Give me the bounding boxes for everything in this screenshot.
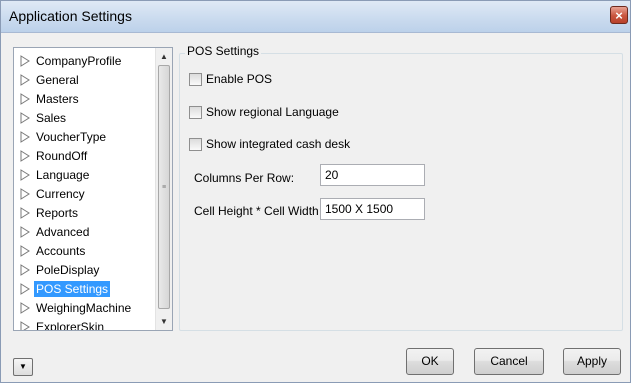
tree-item-label: PoleDisplay (36, 262, 100, 277)
tree-item-currency[interactable]: Currency (20, 184, 87, 203)
settings-tree[interactable]: CompanyProfile General Masters Sales Vou… (13, 47, 173, 331)
scroll-down-icon[interactable]: ▼ (156, 313, 172, 330)
triangle-right-outline-icon (20, 92, 30, 105)
tree-item-label: Sales (36, 110, 67, 125)
tree-item-label: CompanyProfile (36, 53, 122, 68)
tree-item-label: Masters (36, 91, 79, 106)
triangle-right-outline-icon (20, 54, 30, 67)
options-dropdown-button[interactable]: ▼ (13, 358, 33, 376)
tree-scrollbar[interactable]: ▲ ≡ ▼ (155, 48, 172, 330)
chevron-down-icon: ▼ (19, 362, 27, 371)
tree-item-advanced[interactable]: Advanced (20, 222, 91, 241)
tree-item-reports[interactable]: Reports (20, 203, 80, 222)
grip-icon: ≡ (162, 184, 167, 191)
triangle-right-outline-icon (20, 244, 30, 257)
tree-item-label: VoucherType (36, 129, 107, 144)
checkbox-label: Show regional Language (206, 105, 339, 119)
cell-size-input[interactable]: 1500 X 1500 (320, 198, 425, 220)
checkbox-box[interactable] (189, 105, 202, 119)
tree-item-poledisplay[interactable]: PoleDisplay (20, 260, 101, 279)
enable-pos-checkbox[interactable]: Enable POS (189, 72, 272, 86)
columns-per-row-input[interactable]: 20 (320, 164, 425, 186)
tree-item-roundoff[interactable]: RoundOff (20, 146, 89, 165)
cancel-button[interactable]: Cancel (474, 348, 544, 375)
tree-item-explorerskin[interactable]: ExplorerSkin (20, 317, 106, 331)
close-button[interactable]: × (610, 6, 628, 24)
checkbox-box[interactable] (189, 72, 202, 86)
triangle-right-outline-icon (20, 168, 30, 181)
tree-item-accounts[interactable]: Accounts (20, 241, 87, 260)
checkbox-label: Show integrated cash desk (206, 137, 351, 151)
tree-item-label: POS Settings (34, 280, 111, 297)
settings-window: Application Settings × CompanyProfile Ge… (0, 0, 631, 383)
tree-item-vouchertype[interactable]: VoucherType (20, 127, 108, 146)
show-regional-language-checkbox[interactable]: Show regional Language (189, 105, 339, 119)
ok-button[interactable]: OK (406, 348, 454, 375)
triangle-right-outline-icon (20, 149, 30, 162)
cell-size-label: Cell Height * Cell Width (194, 204, 319, 218)
triangle-right-outline-icon (20, 225, 30, 238)
scroll-up-icon[interactable]: ▲ (156, 48, 172, 65)
tree-item-sales[interactable]: Sales (20, 108, 68, 127)
tree-item-label: ExplorerSkin (36, 319, 105, 331)
tree-item-label: Reports (36, 205, 79, 220)
tree-item-label: RoundOff (36, 148, 88, 163)
tree-item-label: General (36, 72, 79, 87)
group-title: POS Settings (185, 44, 262, 58)
triangle-right-outline-icon (20, 130, 30, 143)
triangle-right-outline-icon (20, 320, 30, 330)
checkbox-box[interactable] (189, 137, 202, 151)
title-bar[interactable]: Application Settings × (1, 1, 630, 33)
checkbox-label: Enable POS (206, 72, 273, 86)
tree-item-masters[interactable]: Masters (20, 89, 81, 108)
show-integrated-cash-desk-checkbox[interactable]: Show integrated cash desk (189, 137, 350, 151)
window-title: Application Settings (9, 8, 132, 24)
close-icon: × (615, 8, 623, 23)
tree-item-label: WeighingMachine (36, 300, 132, 315)
tree-item-weighingmachine[interactable]: WeighingMachine (20, 298, 133, 317)
tree-item-label: Accounts (36, 243, 86, 258)
triangle-right-outline-icon (20, 263, 30, 276)
triangle-right-outline-icon (20, 206, 30, 219)
tree-item-pos-settings[interactable]: POS Settings (20, 279, 111, 298)
tree-item-general[interactable]: General (20, 70, 81, 89)
tree-item-language[interactable]: Language (20, 165, 91, 184)
tree-item-label: Currency (36, 186, 85, 201)
pos-settings-group (179, 53, 623, 331)
triangle-right-outline-icon (20, 301, 30, 314)
apply-button[interactable]: Apply (563, 348, 621, 375)
tree-item-label: Language (36, 167, 90, 182)
triangle-right-outline-icon (20, 282, 30, 295)
tree-item-label: Advanced (36, 224, 90, 239)
triangle-right-outline-icon (20, 111, 30, 124)
triangle-right-outline-icon (20, 73, 30, 86)
scrollbar-thumb[interactable]: ≡ (158, 65, 170, 309)
triangle-right-outline-icon (20, 187, 30, 200)
columns-per-row-label: Columns Per Row: (194, 171, 295, 185)
tree-item-companyprofile[interactable]: CompanyProfile (20, 51, 123, 70)
